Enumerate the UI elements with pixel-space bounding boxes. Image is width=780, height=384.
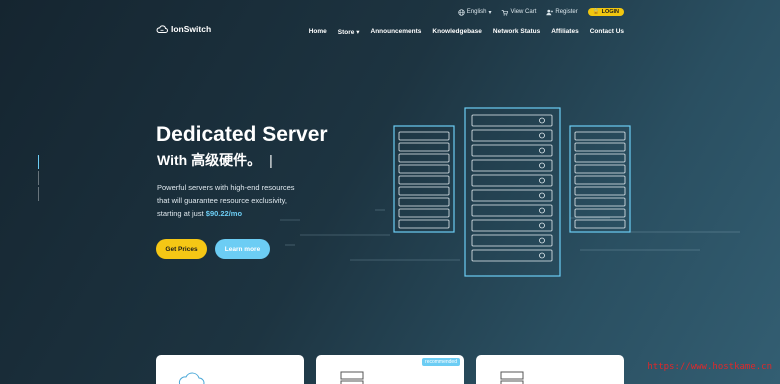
cart-icon <box>502 9 509 16</box>
user-plus-icon <box>546 9 554 15</box>
nav-home[interactable]: Home <box>309 28 327 36</box>
learn-more-button[interactable]: Learn more <box>215 239 270 259</box>
main-nav: Home Store ▾ Announcements Knowledgebase… <box>309 28 624 36</box>
nav-announcements[interactable]: Announcements <box>371 28 422 36</box>
register-link[interactable]: Register <box>546 9 578 16</box>
language-selector[interactable]: English ▾ <box>458 8 492 16</box>
top-bar: English ▾ View Cart Register 🔒 LOGIN <box>458 8 624 16</box>
product-card[interactable]: recommended <box>316 355 464 384</box>
chevron-down-icon: ▾ <box>356 29 360 36</box>
server-rack-left <box>393 125 455 233</box>
globe-icon <box>458 8 465 16</box>
hero-subtitle: With 高级硬件。 | <box>157 150 273 170</box>
cloud-icon <box>178 372 205 384</box>
lock-icon: 🔒 <box>592 9 600 15</box>
nav-network-status[interactable]: Network Status <box>493 28 540 36</box>
server-rack-center <box>464 107 561 277</box>
slider-dot[interactable] <box>38 171 39 185</box>
slider-dot[interactable] <box>38 187 39 201</box>
site-logo[interactable]: IonSwitch <box>156 24 211 34</box>
product-card[interactable] <box>476 355 624 384</box>
product-card[interactable] <box>156 355 304 384</box>
view-cart-label: View Cart <box>510 9 537 15</box>
register-label: Register <box>555 9 578 15</box>
nav-contact-us[interactable]: Contact Us <box>590 28 624 36</box>
server-icon <box>500 371 524 384</box>
chevron-down-icon: ▾ <box>488 9 492 16</box>
slider-indicator <box>38 155 40 203</box>
cloud-logo-icon <box>156 25 168 33</box>
get-prices-button[interactable]: Get Prices <box>156 239 207 259</box>
logo-text: IonSwitch <box>171 24 212 34</box>
view-cart-link[interactable]: View Cart <box>501 9 536 16</box>
watermark-text: https://www.hostkame.cn <box>647 362 772 372</box>
language-label: English <box>466 9 487 15</box>
hero-subtitle-text: With 高级硬件。 <box>157 152 262 168</box>
typing-caret: | <box>269 152 273 168</box>
recommended-badge: recommended <box>422 358 460 366</box>
nav-knowledgebase[interactable]: Knowledgebase <box>432 28 481 36</box>
slider-dot-active[interactable] <box>38 155 39 169</box>
server-rack-illustration <box>280 107 740 277</box>
nav-store-label: Store <box>337 29 355 36</box>
hero-desc-prefix: starting at just <box>157 209 206 218</box>
login-button[interactable]: 🔒 LOGIN <box>587 8 624 16</box>
nav-affiliates[interactable]: Affiliates <box>551 28 578 36</box>
nav-store[interactable]: Store ▾ <box>338 28 360 36</box>
server-icon <box>340 371 364 384</box>
login-label: LOGIN <box>601 9 619 15</box>
hero-price: $90.22/mo <box>205 209 243 218</box>
server-rack-right <box>569 125 631 233</box>
